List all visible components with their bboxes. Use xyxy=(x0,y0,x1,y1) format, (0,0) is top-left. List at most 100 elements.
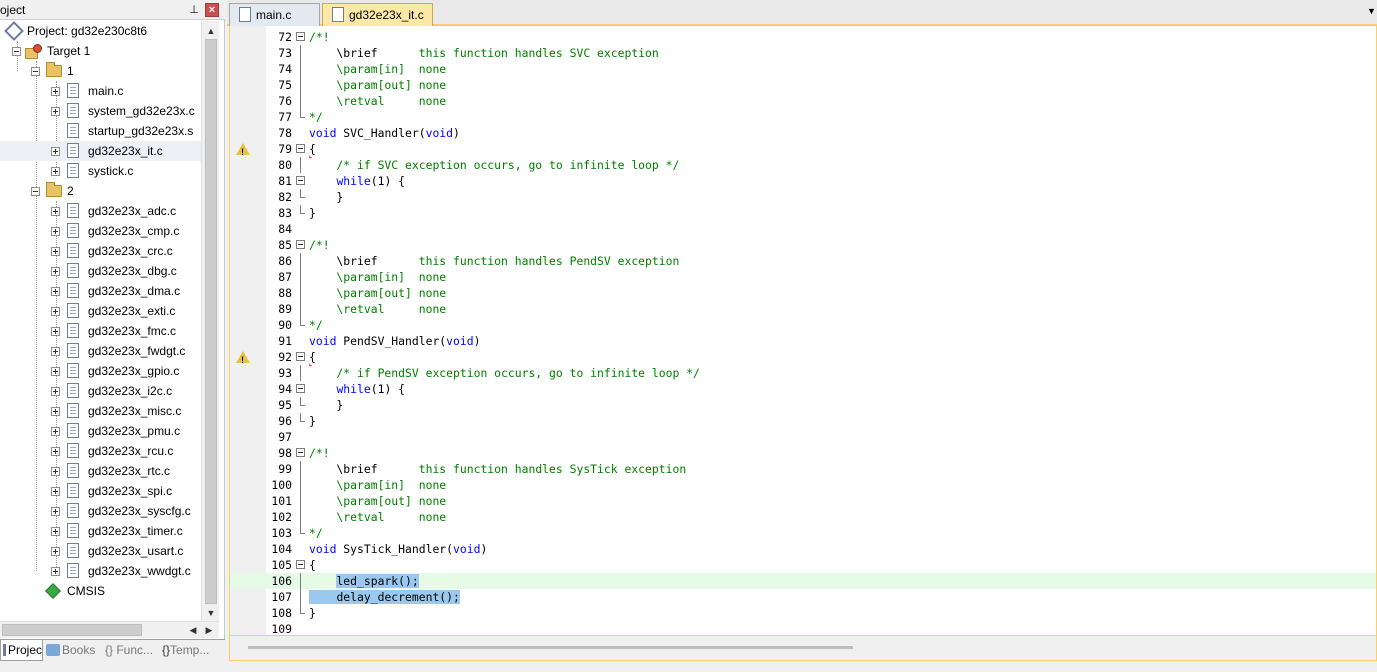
code-line[interactable]: 73 \brief this function handles SVC exce… xyxy=(230,45,1376,61)
tab-list-dropdown-icon[interactable]: ▼ xyxy=(1367,7,1376,16)
expand-icon[interactable] xyxy=(51,547,60,556)
code-line[interactable]: 82 } xyxy=(230,189,1376,205)
code-line[interactable]: 109 xyxy=(230,621,1376,635)
code-line[interactable]: 76 \retval none xyxy=(230,93,1376,109)
warning-icon[interactable] xyxy=(236,143,250,160)
fold-collapse-icon[interactable] xyxy=(296,560,305,569)
code-line[interactable]: 97 xyxy=(230,429,1376,445)
tree-item-file[interactable]: systick.c xyxy=(0,161,201,181)
tree-item-group-1[interactable]: 1 xyxy=(0,61,201,81)
code-line[interactable]: 75 \param[out] none xyxy=(230,77,1376,93)
tree-item-file[interactable]: gd32e23x_spi.c xyxy=(0,481,201,501)
expand-icon[interactable] xyxy=(51,327,60,336)
fold-collapse-icon[interactable] xyxy=(296,144,305,153)
fold-collapse-icon[interactable] xyxy=(296,176,305,185)
expand-icon[interactable] xyxy=(51,507,60,516)
code-line[interactable]: 74 \param[in] none xyxy=(230,61,1376,77)
tab-functions[interactable]: {} Func... xyxy=(103,640,158,661)
pin-icon[interactable]: ⊥ xyxy=(188,4,200,16)
code-line[interactable]: 102 \retval none xyxy=(230,509,1376,525)
expand-icon[interactable] xyxy=(51,167,60,176)
expand-icon[interactable] xyxy=(51,427,60,436)
fold-collapse-icon[interactable] xyxy=(296,352,305,361)
warning-icon[interactable] xyxy=(236,351,250,368)
scroll-right-icon[interactable]: ▶ xyxy=(201,622,217,639)
close-panel-button[interactable]: × xyxy=(205,3,219,17)
code-line[interactable]: 96} xyxy=(230,413,1376,429)
expand-icon[interactable] xyxy=(51,387,60,396)
tree-vertical-scrollbar[interactable]: ▲ ▼ xyxy=(201,21,219,621)
code-line[interactable]: 80 /* if SVC exception occurs, go to inf… xyxy=(230,157,1376,173)
scrollbar-thumb[interactable] xyxy=(205,39,217,604)
tree-item-file[interactable]: gd32e23x_wwdgt.c xyxy=(0,561,201,581)
code-line[interactable]: 90 */ xyxy=(230,317,1376,333)
tree-item-file[interactable]: gd32e23x_adc.c xyxy=(0,201,201,221)
code-line[interactable]: 95 } xyxy=(230,397,1376,413)
expand-icon[interactable] xyxy=(51,87,60,96)
tree-item-file-selected[interactable]: gd32e23x_it.c xyxy=(0,141,201,161)
code-line[interactable]: 106 led_spark(); xyxy=(230,573,1376,589)
tab-books[interactable]: Books xyxy=(44,640,100,661)
code-line[interactable]: 78 void SVC_Handler(void) xyxy=(230,125,1376,141)
tree-item-file[interactable]: gd32e23x_dbg.c xyxy=(0,261,201,281)
scrollbar-thumb[interactable] xyxy=(248,646,853,649)
code-line[interactable]: 98 /*! xyxy=(230,445,1376,461)
tab-project[interactable]: Project xyxy=(0,640,43,661)
code-line[interactable]: 103 */ xyxy=(230,525,1376,541)
code-line[interactable]: 89 \retval none xyxy=(230,301,1376,317)
code-line[interactable]: 100 \param[in] none xyxy=(230,477,1376,493)
tree-item-file[interactable]: gd32e23x_misc.c xyxy=(0,401,201,421)
tree-item-group-2[interactable]: 2 xyxy=(0,181,201,201)
tree-horizontal-scrollbar[interactable]: ◀ ▶ xyxy=(0,621,219,638)
collapse-icon[interactable] xyxy=(12,47,21,56)
fold-collapse-icon[interactable] xyxy=(296,384,305,393)
tree-item-file[interactable]: gd32e23x_usart.c xyxy=(0,541,201,561)
tab-gd32e23x-it-c[interactable]: gd32e23x_it.c xyxy=(322,3,433,26)
expand-icon[interactable] xyxy=(51,447,60,456)
code-line[interactable]: 101 \param[out] none xyxy=(230,493,1376,509)
collapse-icon[interactable] xyxy=(31,187,40,196)
expand-icon[interactable] xyxy=(51,227,60,236)
expand-icon[interactable] xyxy=(51,247,60,256)
expand-icon[interactable] xyxy=(51,267,60,276)
scroll-down-icon[interactable]: ▼ xyxy=(203,605,219,621)
expand-icon[interactable] xyxy=(51,107,60,116)
expand-icon[interactable] xyxy=(51,347,60,356)
expand-icon[interactable] xyxy=(51,147,60,156)
code-line[interactable]: 81 while(1) { xyxy=(230,173,1376,189)
tree-item-file[interactable]: gd32e23x_i2c.c xyxy=(0,381,201,401)
code-line[interactable]: 79 { xyxy=(230,141,1376,160)
expand-icon[interactable] xyxy=(51,467,60,476)
code-line[interactable]: 99 \brief this function handles SysTick … xyxy=(230,461,1376,477)
code-line[interactable]: 77 */ xyxy=(230,109,1376,125)
expand-icon[interactable] xyxy=(51,407,60,416)
tree-item-file[interactable]: gd32e23x_fmc.c xyxy=(0,321,201,341)
tree-item-file[interactable]: gd32e23x_rcu.c xyxy=(0,441,201,461)
tree-item-file[interactable]: gd32e23x_crc.c xyxy=(0,241,201,261)
tree-item-project[interactable]: Project: gd32e230c8t6 xyxy=(0,21,201,41)
code-editor[interactable]: 72/*! 73 \brief this function handles SVC… xyxy=(229,26,1377,636)
tree-item-file[interactable]: gd32e23x_fwdgt.c xyxy=(0,341,201,361)
tree-item-file[interactable]: gd32e23x_rtc.c xyxy=(0,461,201,481)
code-line[interactable]: 88 \param[out] none xyxy=(230,285,1376,301)
fold-collapse-icon[interactable] xyxy=(296,448,305,457)
code-line[interactable]: 107 delay_decrement(); xyxy=(230,589,1376,605)
tree-item-file[interactable]: gd32e23x_pmu.c xyxy=(0,421,201,441)
tab-main-c[interactable]: main.c xyxy=(229,3,320,26)
editor-horizontal-scrollbar[interactable] xyxy=(229,636,1377,661)
expand-icon[interactable] xyxy=(51,207,60,216)
scroll-up-icon[interactable]: ▲ xyxy=(203,23,219,39)
expand-icon[interactable] xyxy=(51,307,60,316)
code-line[interactable]: 84 xyxy=(230,221,1376,237)
scroll-left-icon[interactable]: ◀ xyxy=(185,622,201,639)
tab-templates[interactable]: {}Temp... xyxy=(160,640,222,661)
tree-item-file[interactable]: gd32e23x_timer.c xyxy=(0,521,201,541)
tree-item-file[interactable]: main.c xyxy=(0,81,201,101)
tree-item-file[interactable]: gd32e23x_exti.c xyxy=(0,301,201,321)
expand-icon[interactable] xyxy=(51,487,60,496)
code-line[interactable]: 105 { xyxy=(230,557,1376,573)
code-line[interactable]: 108} xyxy=(230,605,1376,621)
expand-icon[interactable] xyxy=(51,527,60,536)
expand-icon[interactable] xyxy=(51,287,60,296)
code-line[interactable]: 104 void SysTick_Handler(void) xyxy=(230,541,1376,557)
